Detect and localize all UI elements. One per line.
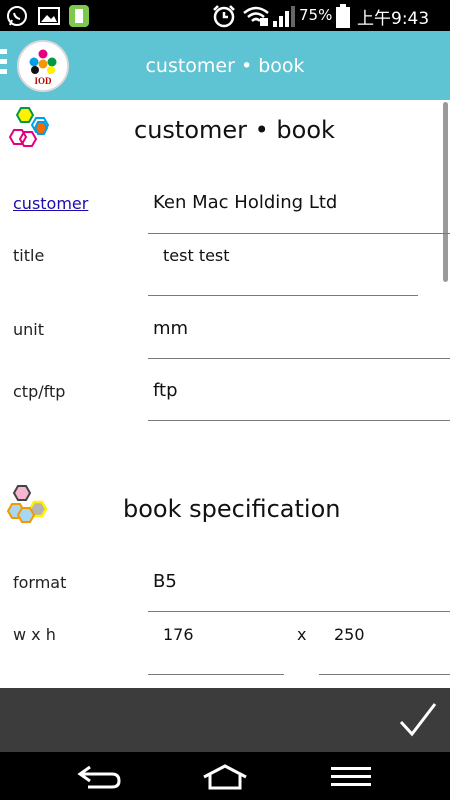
- section-title-book-spec: book specification: [123, 495, 341, 523]
- title-underline: [148, 295, 418, 296]
- image-icon: [38, 7, 60, 25]
- app-title: customer • book: [145, 55, 305, 77]
- height-underline: [319, 674, 450, 675]
- scrollbar[interactable]: [443, 102, 448, 282]
- battery-app-icon: [69, 5, 89, 27]
- wifi-icon: [243, 6, 269, 26]
- action-bar: [0, 688, 450, 752]
- wxh-label: w x h: [13, 625, 56, 644]
- ctp-ftp-field[interactable]: ftp: [153, 380, 178, 401]
- checkmark-icon[interactable]: [398, 700, 438, 740]
- hexagon-cluster-icon: [8, 107, 50, 147]
- width-field[interactable]: 176: [163, 625, 194, 644]
- height-field[interactable]: 250: [334, 625, 365, 644]
- unit-label: unit: [13, 320, 44, 339]
- app-bar: IOD customer • book: [0, 31, 450, 100]
- hexagon-logo-icon: IOD: [29, 49, 57, 86]
- logo-text: IOD: [34, 76, 52, 86]
- ctp-ftp-underline: [148, 420, 450, 421]
- customer-underline: [148, 233, 450, 234]
- battery-percent: 75%: [299, 6, 333, 24]
- section-title-customer-book: customer • book: [134, 116, 335, 144]
- menu-icon[interactable]: [330, 766, 372, 788]
- format-field[interactable]: B5: [153, 571, 177, 592]
- battery-icon: [336, 4, 350, 28]
- wxh-separator: x: [297, 625, 307, 644]
- format-label: format: [13, 573, 67, 592]
- customer-label-link[interactable]: customer: [13, 194, 88, 213]
- whatsapp-icon: [7, 6, 27, 26]
- alarm-icon: [213, 5, 235, 28]
- title-label: title: [13, 246, 45, 265]
- system-nav-bar: [0, 752, 450, 800]
- ctp-ftp-label: ctp/ftp: [13, 382, 66, 401]
- app-logo[interactable]: IOD: [17, 40, 69, 92]
- form-content[interactable]: customer • book customer Ken Mac Holding…: [0, 100, 450, 688]
- customer-field[interactable]: Ken Mac Holding Ltd: [153, 192, 337, 213]
- hexagon-spec-icon: [6, 485, 48, 523]
- home-icon[interactable]: [201, 763, 249, 791]
- width-underline: [148, 674, 284, 675]
- clock: 上午9:43: [357, 9, 430, 29]
- back-icon[interactable]: [76, 764, 122, 790]
- signal-icon: [273, 6, 295, 27]
- drawer-handle[interactable]: [0, 49, 7, 83]
- title-field[interactable]: test test: [163, 246, 230, 265]
- unit-field[interactable]: mm: [153, 318, 188, 339]
- status-bar: 75% 上午9:43: [0, 0, 450, 31]
- unit-underline: [148, 358, 450, 359]
- format-underline: [148, 611, 450, 612]
